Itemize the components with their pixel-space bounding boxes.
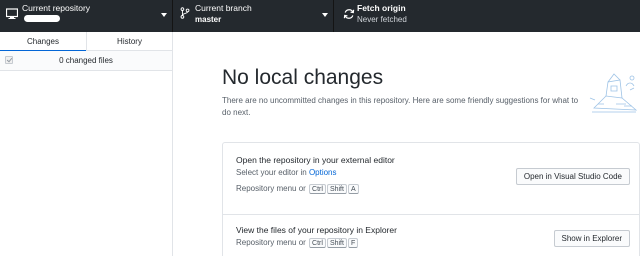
page-title: No local changes [222,66,384,89]
card-title: View the files of your repository in Exp… [236,225,397,235]
toolbar: Current repository Current branch master… [0,0,640,32]
keyboard-shortcut: Repository menu or Ctrl Shift F [236,238,359,248]
shortcut-prefix: Repository menu or [236,238,306,248]
shortcut-prefix: Repository menu or [236,184,306,194]
main-content: No local changes There are no uncommitte… [174,32,640,256]
kbd-shift: Shift [326,184,347,194]
branch-name: master [195,15,222,24]
card-description-text: Select your editor in [236,168,309,177]
repository-name-redacted [24,15,60,22]
changed-files-count: 0 changed files [59,56,113,65]
monitor-icon [6,8,18,19]
open-in-editor-button[interactable]: Open in Visual Studio Code [515,168,630,185]
no-changes-illustration [589,73,638,113]
chevron-down-icon [322,13,328,17]
kbd-ctrl: Ctrl [309,238,326,248]
fetch-origin-button[interactable]: Fetch origin Never fetched [334,0,640,32]
sidebar-tabs: Changes History [0,32,172,52]
keyboard-shortcut: Repository menu or Ctrl Shift A [236,184,359,194]
branch-label: Current branch [195,3,252,13]
card-title: Open the repository in your external edi… [236,155,395,165]
git-branch-icon [180,7,190,19]
kbd-ctrl: Ctrl [309,184,326,194]
chevron-down-icon [161,13,167,17]
branch-selector[interactable]: Current branch master [173,0,334,32]
repository-label: Current repository [22,3,91,13]
changes-list-header: 0 changed files [0,51,172,71]
open-in-editor-card: Open the repository in your external edi… [222,142,640,215]
kbd-shift: Shift [326,238,347,248]
card-description: Select your editor in Options [236,168,337,177]
kbd-f: F [347,238,359,248]
sync-icon [343,9,355,19]
repository-selector[interactable]: Current repository [0,0,173,32]
fetch-status: Never fetched [357,15,407,24]
tab-changes[interactable]: Changes [0,32,86,52]
show-in-explorer-button[interactable]: Show in Explorer [553,230,630,247]
kbd-a: A [347,184,359,194]
tab-history[interactable]: History [86,32,172,51]
fetch-origin-label: Fetch origin [357,3,406,13]
sidebar: Changes History 0 changed files [0,32,173,256]
options-link[interactable]: Options [309,168,337,177]
show-in-explorer-card: View the files of your repository in Exp… [222,214,640,256]
page-subtitle: There are no uncommitted changes in this… [222,96,579,117]
